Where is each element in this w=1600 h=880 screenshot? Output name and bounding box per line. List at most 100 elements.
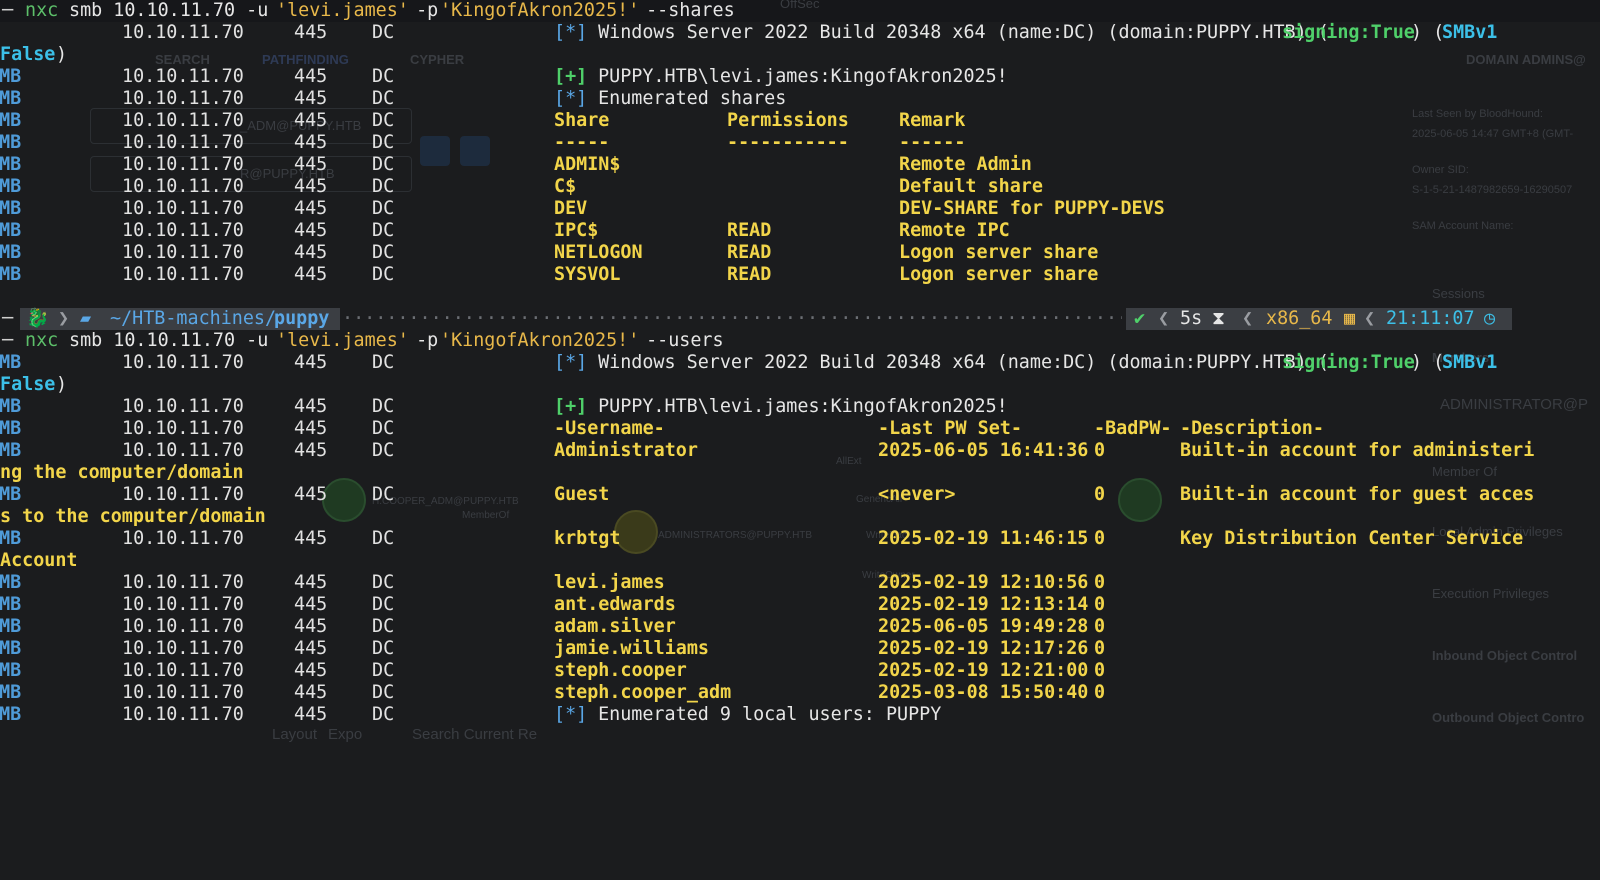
proto: SMB [0, 88, 22, 109]
user-row: SMB 10.10.11.70 445 DC ant.edwards 2025-… [0, 594, 1105, 616]
command-user: 'levi.james' [276, 330, 409, 351]
user-row: SMB 10.10.11.70 445 DC jamie.williams 20… [0, 638, 1105, 660]
port: 445 [294, 154, 328, 175]
host: DC [372, 352, 395, 373]
share-row: SMB 10.10.11.70 445 DC C$ Default share [0, 176, 1043, 198]
port: 445 [294, 198, 328, 219]
proto: SMB [0, 594, 22, 615]
marker-info: [*] [554, 352, 588, 373]
output-row: SMB 10.10.11.70 445 DC [+] PUPPY.HTB\lev… [0, 66, 1008, 88]
host: DC [372, 484, 395, 505]
proto: SMB [0, 616, 22, 637]
user-row: SMB 10.10.11.70 445 DC adam.silver 2025-… [0, 616, 1105, 638]
output-row: SMB 10.10.11.70 445 DC [*] Enumerated sh… [0, 88, 786, 110]
ip: 10.10.11.70 [122, 88, 244, 109]
user-pw-set: 2025-02-19 12:10:56 [878, 572, 1089, 593]
smbv1-false: False [0, 374, 56, 395]
share-perm: READ [727, 220, 772, 241]
col-username: -Username- [554, 418, 665, 439]
user-pw-set: 2025-02-19 12:21:00 [878, 660, 1089, 681]
os-text: Windows Server 2022 Build 20348 x64 (nam… [587, 22, 1329, 43]
proto: SMB [0, 638, 22, 659]
user-badpw: 0 [1094, 528, 1106, 549]
ip: 10.10.11.70 [122, 660, 244, 681]
sep-share: ----- [554, 132, 610, 153]
auth-text: PUPPY.HTB\levi.james:KingofAkron2025! [587, 396, 1008, 417]
user-desc-wrap: s to the computer/domain [0, 506, 266, 527]
prompt-path-prefix: ~/HTB-machines/ [110, 308, 277, 329]
output-row: False ) [0, 374, 67, 396]
output-row: SMB 10.10.11.70 445 DC [*] Windows Serve… [0, 352, 1497, 374]
user-badpw: 0 [1094, 638, 1106, 659]
user-row: SMB 10.10.11.70 445 DC steph.cooper_adm … [0, 682, 1105, 704]
ip: 10.10.11.70 [122, 352, 244, 373]
command-pass: 'KingofAkron2025!' [440, 0, 640, 21]
user-row-wrap: s to the computer/domain [0, 506, 266, 528]
ip: 10.10.11.70 [122, 242, 244, 263]
signing: signing:True [1282, 352, 1415, 373]
user-badpw: 0 [1094, 594, 1106, 615]
port: 445 [294, 660, 328, 681]
port: 445 [294, 242, 328, 263]
user-row: SMB 10.10.11.70 445 DC steph.cooper 2025… [0, 660, 1105, 682]
output-row: 10.10.11.70 445 DC [*] Windows Server 20… [0, 22, 1497, 44]
ip: 10.10.11.70 [122, 682, 244, 703]
host: DC [372, 22, 395, 43]
host: DC [372, 198, 395, 219]
ip: 10.10.11.70 [122, 704, 244, 725]
share-name: ADMIN$ [554, 154, 621, 175]
command-opt: --shares [635, 0, 735, 21]
status-check-icon: ✔ [1134, 308, 1146, 329]
host: DC [372, 682, 395, 703]
proto: SMB [0, 440, 22, 461]
paren-close: ) ( [1411, 352, 1445, 373]
user-badpw: 0 [1094, 660, 1106, 681]
prompt-time: 21:11:07 [1386, 308, 1475, 329]
user-pw-set: 2025-06-05 16:41:36 [878, 440, 1089, 461]
user-badpw: 0 [1094, 440, 1106, 461]
proto: SMB [0, 154, 22, 175]
ip: 10.10.11.70 [122, 66, 244, 87]
share-name: NETLOGON [554, 242, 643, 263]
user-name: jamie.williams [554, 638, 710, 659]
host: DC [372, 220, 395, 241]
auth-text: PUPPY.HTB\levi.james:KingofAkron2025! [587, 66, 1008, 87]
marker-info: [*] [554, 22, 588, 43]
command-line: ─ nxc smb 10.10.11.70 -u 'levi.james' -p… [0, 0, 735, 22]
port: 445 [294, 132, 328, 153]
host: DC [372, 704, 395, 725]
share-perm: READ [727, 264, 772, 285]
command-tool: nxc [25, 330, 59, 351]
ip: 10.10.11.70 [122, 110, 244, 131]
host: DC [372, 264, 395, 285]
share-remark: Remote Admin [899, 154, 1032, 175]
share-table-sep: SMB 10.10.11.70 445 DC ----- -----------… [0, 132, 965, 154]
kali-dragon-icon: 🐉 [26, 308, 49, 329]
host: DC [372, 594, 395, 615]
port: 445 [294, 110, 328, 131]
share-row: SMB 10.10.11.70 445 DC NETLOGON READ Log… [0, 242, 1098, 264]
smbv1-false: False [0, 44, 56, 65]
user-name: steph.cooper_adm [554, 682, 732, 703]
proto: SMB [0, 528, 22, 549]
ip: 10.10.11.70 [122, 418, 244, 439]
port: 445 [294, 440, 328, 461]
sep-remark: ------ [899, 132, 966, 153]
proto: SMB [0, 396, 22, 417]
marker-info: [*] [554, 88, 588, 109]
user-badpw: 0 [1094, 616, 1106, 637]
terminal[interactable]: ─ nxc smb 10.10.11.70 -u 'levi.james' -p… [0, 0, 1600, 752]
user-name: levi.james [554, 572, 665, 593]
ip: 10.10.11.70 [122, 440, 244, 461]
user-pw-set: 2025-03-08 15:50:40 [878, 682, 1089, 703]
proto: SMB [0, 484, 22, 505]
host: DC [372, 242, 395, 263]
proto: SMB [0, 110, 22, 131]
paren-close: ) ( [1411, 22, 1445, 43]
paren: ) [56, 44, 68, 65]
host: DC [372, 176, 395, 197]
command-pass: 'KingofAkron2025!' [440, 330, 640, 351]
ip: 10.10.11.70 [122, 264, 244, 285]
port: 445 [294, 396, 328, 417]
port: 445 [294, 264, 328, 285]
